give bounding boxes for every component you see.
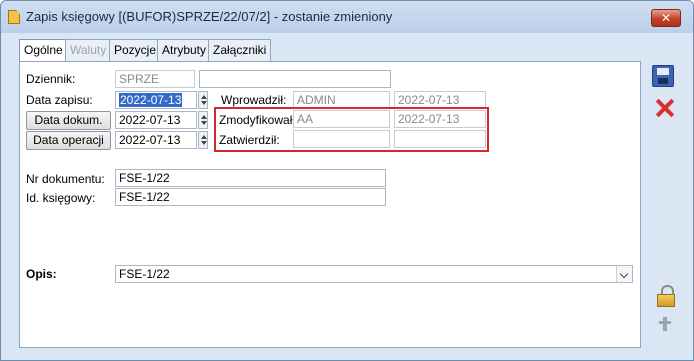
- id-ksiegowy-field[interactable]: FSE-1/22: [115, 188, 386, 206]
- window-title: Zapis księgowy [(BUFOR)SPRZE/22/07/2] - …: [26, 9, 393, 24]
- dziennik-label: Dziennik:: [26, 72, 76, 86]
- close-button[interactable]: ✕: [651, 9, 681, 27]
- data-operacji-button[interactable]: Data operacji: [26, 131, 111, 150]
- data-operacji-spinner[interactable]: [198, 131, 208, 149]
- chevron-down-icon[interactable]: [616, 266, 632, 282]
- data-zapisu-field[interactable]: 2022-07-13: [115, 91, 197, 109]
- opis-combobox[interactable]: FSE-1/22: [115, 265, 633, 283]
- highlight-box: [214, 107, 489, 152]
- title-bar: Zapis księgowy [(BUFOR)SPRZE/22/07/2] - …: [1, 1, 693, 33]
- document-icon: [8, 10, 20, 24]
- nr-dokumentu-label: Nr dokumentu:: [26, 172, 105, 186]
- dziennik-name-field[interactable]: [199, 70, 391, 88]
- data-zapisu-spinner[interactable]: [198, 91, 208, 109]
- data-dokum-button[interactable]: Data dokum.: [26, 111, 111, 130]
- data-zapisu-value: 2022-07-13: [119, 93, 183, 107]
- tab-ogolne[interactable]: Ogólne: [19, 39, 68, 63]
- nr-dokumentu-field[interactable]: FSE-1/22: [115, 169, 386, 187]
- dziennik-field[interactable]: SPRZE: [115, 70, 195, 88]
- data-dokum-spinner[interactable]: [198, 111, 208, 129]
- tab-zalaczniki[interactable]: Załączniki: [208, 39, 272, 61]
- tab-atrybuty[interactable]: Atrybuty: [157, 39, 212, 61]
- data-dokum-field[interactable]: 2022-07-13: [115, 111, 197, 129]
- opis-label: Opis:: [26, 267, 57, 281]
- cancel-icon[interactable]: [654, 97, 676, 119]
- data-zapisu-label: Data zapisu:: [26, 93, 93, 107]
- dialog-window: Zapis księgowy [(BUFOR)SPRZE/22/07/2] - …: [0, 0, 694, 361]
- data-operacji-field[interactable]: 2022-07-13: [115, 131, 197, 149]
- lock-icon[interactable]: [655, 284, 677, 307]
- save-icon[interactable]: [652, 65, 674, 87]
- pin-icon[interactable]: [656, 315, 674, 333]
- tab-pozycje[interactable]: Pozycje: [109, 39, 162, 61]
- wprowadzil-label: Wprowadził:: [221, 93, 287, 107]
- id-ksiegowy-label: Id. księgowy:: [26, 191, 96, 205]
- opis-value: FSE-1/22: [119, 267, 170, 281]
- tab-waluty: Waluty: [65, 39, 112, 61]
